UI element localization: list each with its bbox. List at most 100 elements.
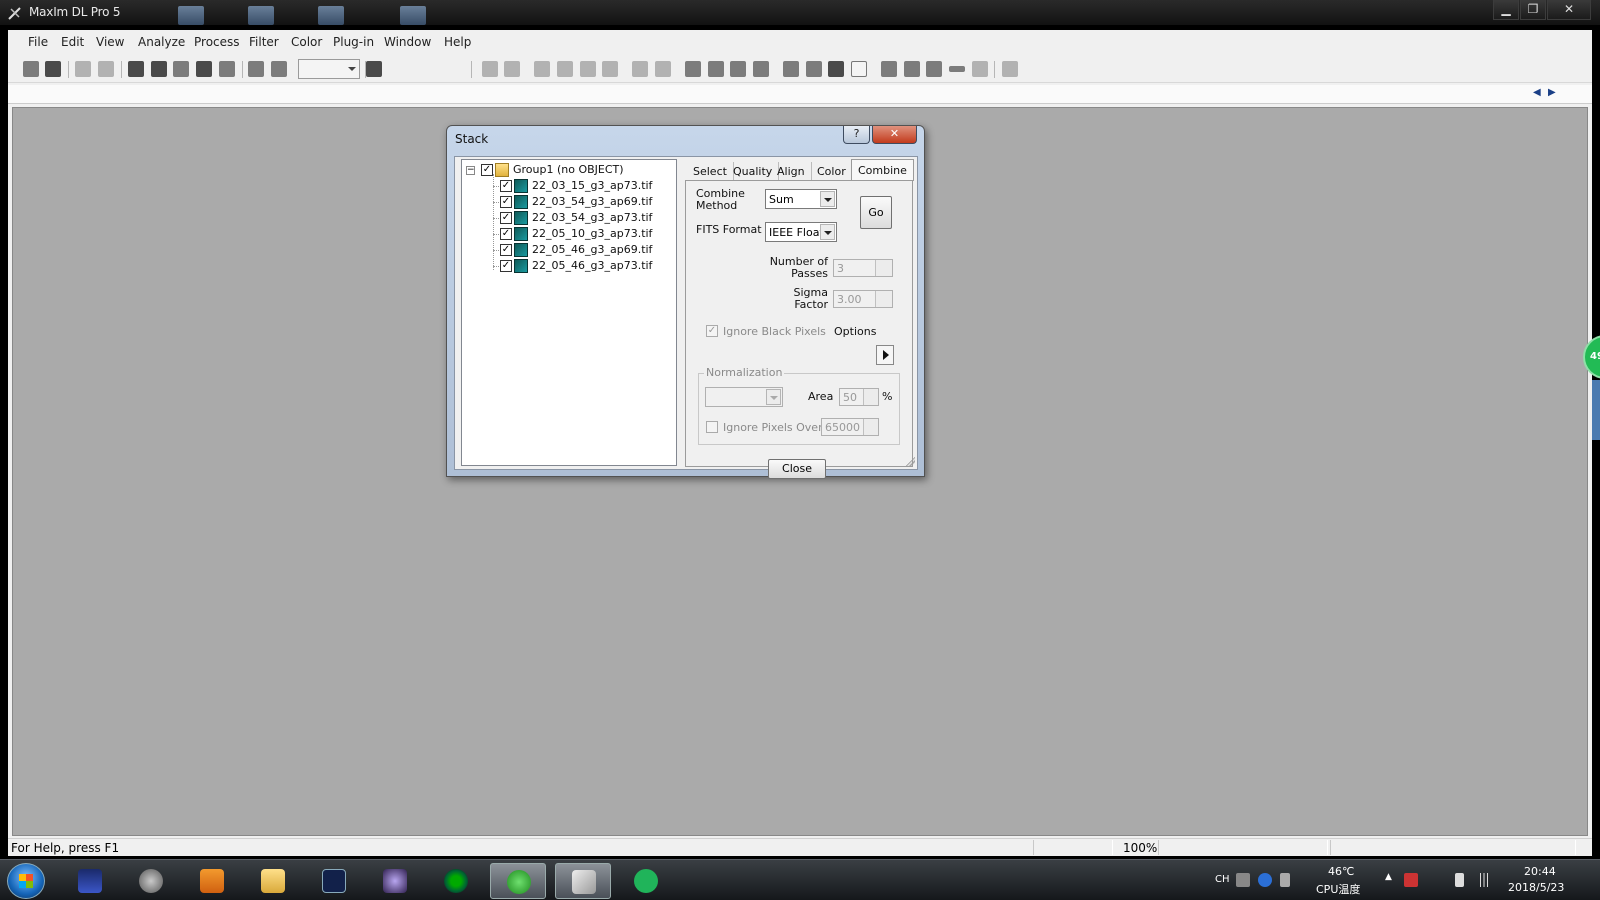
nav-left-icon[interactable]: ◀	[1533, 87, 1541, 98]
ruler-icon[interactable]	[482, 61, 498, 77]
menu-filter[interactable]: Filter	[249, 35, 279, 49]
tab-combine[interactable]: Combine	[851, 159, 914, 181]
sigma-spinner[interactable]: 3.00	[833, 290, 893, 308]
normalization-select[interactable]	[705, 387, 783, 407]
zoom-combo[interactable]	[298, 59, 360, 79]
align-icon[interactable]	[534, 61, 550, 77]
open-icon[interactable]	[23, 61, 39, 77]
input-language[interactable]: CH	[1215, 874, 1230, 885]
menu-view[interactable]: View	[96, 35, 124, 49]
menu-window[interactable]: Window	[384, 35, 431, 49]
fits-format-select[interactable]: IEEE Float	[765, 222, 837, 242]
settings-icon[interactable]	[219, 61, 235, 77]
chevron-down-icon[interactable]	[820, 224, 835, 240]
ignore-over-spinner[interactable]: 65000	[821, 418, 879, 436]
tree-group-row[interactable]: − ✓ Group1 (no OBJECT)	[462, 162, 676, 178]
ignore-over-checkbox[interactable]	[706, 421, 718, 433]
taskbar-app-media[interactable]	[184, 863, 240, 899]
nav-right-icon[interactable]: ▶	[1548, 87, 1556, 98]
tree-file-row[interactable]: ✓ 22_03_54_g3_ap73.tif	[462, 210, 676, 226]
help-tray-icon[interactable]	[1258, 873, 1272, 887]
network-warning-icon[interactable]	[1404, 873, 1418, 887]
spin-up-icon[interactable]	[863, 419, 878, 427]
tree-file-row[interactable]: ✓ 22_03_54_g3_ap69.tif	[462, 194, 676, 210]
file-checkbox[interactable]: ✓	[500, 180, 512, 192]
file-checkbox[interactable]: ✓	[500, 244, 512, 256]
spin-down-icon[interactable]	[875, 268, 892, 276]
more-icon[interactable]	[1002, 61, 1018, 77]
taskbar-app-stellarium[interactable]	[123, 863, 179, 899]
file-checkbox[interactable]: ✓	[500, 196, 512, 208]
taskbar-app-maxim[interactable]	[62, 863, 118, 899]
go-button[interactable]: Go	[860, 196, 892, 229]
file-checkbox[interactable]: ✓	[500, 212, 512, 224]
ime-icon[interactable]	[1280, 873, 1290, 887]
minimize-button[interactable]: ▁	[1493, 0, 1519, 20]
zoom-in-icon[interactable]	[248, 61, 264, 77]
ignore-black-checkbox[interactable]: ✓	[706, 325, 718, 337]
menu-edit[interactable]: Edit	[61, 35, 84, 49]
crop-icon[interactable]	[602, 61, 618, 77]
start-button[interactable]	[7, 863, 45, 899]
redo-icon[interactable]	[98, 61, 114, 77]
zoom-out-icon[interactable]	[271, 61, 287, 77]
blink-icon[interactable]	[828, 61, 844, 77]
menu-file[interactable]: File	[28, 35, 48, 49]
spin-down-icon[interactable]	[875, 299, 892, 307]
menu-plugin[interactable]: Plug-in	[333, 35, 374, 49]
file-checkbox[interactable]: ✓	[500, 228, 512, 240]
histogram-icon[interactable]	[783, 61, 799, 77]
side-slider[interactable]	[1592, 380, 1600, 440]
tree-file-row[interactable]: ✓ 22_05_46_g3_ap69.tif	[462, 242, 676, 258]
frame-icon[interactable]	[851, 61, 867, 77]
spin-up-icon[interactable]	[875, 291, 892, 299]
area-spinner[interactable]: 50	[839, 388, 879, 406]
line-icon[interactable]	[949, 66, 965, 72]
close-window-button[interactable]: ✕	[1547, 0, 1591, 20]
maximize-button[interactable]: ❐	[1520, 0, 1546, 20]
image-icon[interactable]	[128, 61, 144, 77]
panel-mid-icon[interactable]	[904, 61, 920, 77]
chevron-down-icon[interactable]	[766, 389, 781, 405]
menu-help[interactable]: Help	[444, 35, 471, 49]
panel-left-icon[interactable]	[881, 61, 897, 77]
taskbar-app-maxim-active[interactable]	[555, 863, 611, 899]
copy-icon[interactable]	[632, 61, 648, 77]
curve-icon[interactable]	[972, 61, 988, 77]
chevron-down-icon[interactable]	[820, 191, 835, 207]
taskbar-app-green[interactable]	[618, 863, 674, 899]
panel-right-icon[interactable]	[926, 61, 942, 77]
crosshair-icon[interactable]	[655, 61, 671, 77]
taskbar-app-phd[interactable]	[428, 863, 484, 899]
taskbar-app-sharpcap[interactable]	[490, 863, 546, 899]
bucket-icon[interactable]	[196, 61, 212, 77]
screen-stretch-icon[interactable]	[151, 61, 167, 77]
calibrate-icon[interactable]	[557, 61, 573, 77]
taskbar-app-explorer[interactable]	[245, 863, 301, 899]
resize-grip-icon[interactable]	[905, 457, 915, 467]
dialog-help-button[interactable]: ?	[843, 126, 870, 144]
keyboard-icon[interactable]	[1236, 873, 1250, 887]
combine-method-select[interactable]: Sum	[765, 189, 837, 209]
stack-icon[interactable]	[504, 61, 520, 77]
help-cursor-icon[interactable]	[366, 61, 382, 77]
grid-icon[interactable]	[708, 61, 724, 77]
layers-icon[interactable]	[806, 61, 822, 77]
tree-file-row[interactable]: ✓ 22_05_10_g3_ap73.tif	[462, 226, 676, 242]
taskbar-app-deepsky[interactable]	[367, 863, 423, 899]
battery-icon[interactable]	[1455, 873, 1464, 887]
circle-icon[interactable]	[730, 61, 746, 77]
flip-icon[interactable]	[173, 61, 189, 77]
spin-up-icon[interactable]	[875, 260, 892, 268]
undo-icon[interactable]	[75, 61, 91, 77]
close-button[interactable]: Close	[768, 459, 826, 479]
aperture-icon[interactable]	[753, 61, 769, 77]
tray-expand-icon[interactable]: ▲	[1385, 872, 1392, 882]
taskbar-app-astrometry[interactable]	[306, 863, 362, 899]
menu-analyze[interactable]: Analyze	[138, 35, 185, 49]
group-checkbox[interactable]: ✓	[481, 164, 493, 176]
clock-time[interactable]: 20:44	[1524, 865, 1556, 878]
spin-up-icon[interactable]	[863, 389, 878, 397]
menu-color[interactable]: Color	[291, 35, 322, 49]
menu-process[interactable]: Process	[194, 35, 240, 49]
